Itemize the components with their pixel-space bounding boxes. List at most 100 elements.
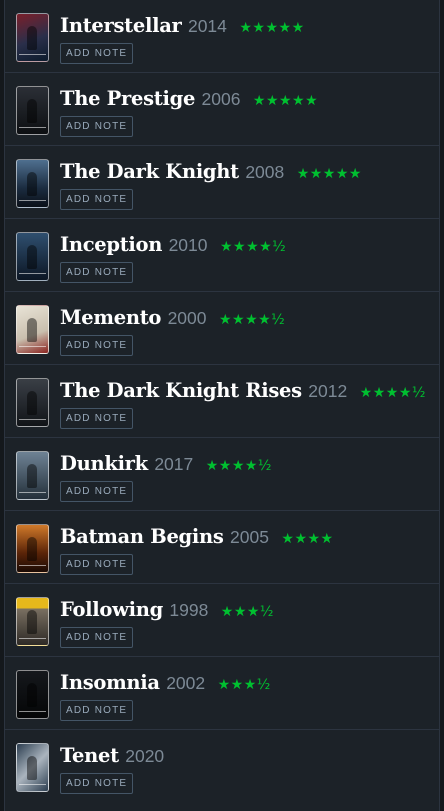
film-poster[interactable] [16,451,49,500]
poster-figure [27,318,37,342]
film-year[interactable]: 2020 [125,746,164,766]
film-title[interactable]: Batman Begins [60,525,224,548]
film-info: Inception 2010 ★★★★½ ADD NOTE [60,230,435,283]
film-title[interactable]: Dunkirk [60,452,148,475]
poster-figure [27,683,37,707]
film-poster[interactable] [16,378,49,427]
film-poster[interactable] [16,86,49,135]
film-year[interactable]: 2012 [308,381,347,401]
add-note-button[interactable]: ADD NOTE [60,408,134,429]
poster-figure [27,537,37,561]
film-title[interactable]: Memento [60,306,161,329]
film-year[interactable]: 2002 [166,673,205,693]
film-poster[interactable] [16,159,49,208]
film-heading: Batman Begins 2005 ★★★★ [60,522,435,552]
add-note-button[interactable]: ADD NOTE [60,262,134,283]
add-note-button[interactable]: ADD NOTE [60,335,134,356]
film-year[interactable]: 2000 [168,308,207,328]
film-row[interactable]: Dunkirk 2017 ★★★★½ ADD NOTE [5,438,439,511]
poster-caption-line [19,200,46,201]
film-heading: Tenet 2020 [60,741,435,771]
add-note-button[interactable]: ADD NOTE [60,773,134,794]
poster-caption-line [19,419,46,420]
film-list: Interstellar 2014 ★★★★★ ADD NOTE The Pre… [4,0,440,811]
film-row[interactable]: Insomnia 2002 ★★★½ ADD NOTE [5,657,439,730]
poster-figure [27,26,37,50]
film-title[interactable]: Inception [60,233,162,256]
film-poster[interactable] [16,305,49,354]
film-info: The Prestige 2006 ★★★★★ ADD NOTE [60,84,435,137]
star-rating: ★★★★ [281,531,334,547]
star-rating: ★★★½ [220,604,274,620]
poster-caption-line [19,127,46,128]
film-title[interactable]: Tenet [60,744,119,767]
film-heading: The Prestige 2006 ★★★★★ [60,84,435,114]
poster-caption-line [19,784,46,785]
film-year[interactable]: 2017 [154,454,193,474]
add-note-button[interactable]: ADD NOTE [60,189,134,210]
star-rating: ★★★★½ [219,239,287,255]
film-row[interactable]: The Prestige 2006 ★★★★★ ADD NOTE [5,73,439,146]
poster-caption-line [19,492,46,493]
film-info: The Dark Knight 2008 ★★★★★ ADD NOTE [60,157,435,210]
film-heading: Dunkirk 2017 ★★★★½ [60,449,435,479]
film-title[interactable]: Interstellar [60,14,182,37]
film-year[interactable]: 2005 [230,527,269,547]
film-row[interactable]: Inception 2010 ★★★★½ ADD NOTE [5,219,439,292]
film-poster[interactable] [16,743,49,792]
film-info: Tenet 2020 ADD NOTE [60,741,435,794]
star-rating: ★★★★½ [218,312,286,328]
film-title[interactable]: The Prestige [60,87,195,110]
film-poster[interactable] [16,597,49,646]
film-title[interactable]: Insomnia [60,671,160,694]
film-heading: The Dark Knight Rises 2012 ★★★★½ [60,376,435,406]
film-year[interactable]: 2006 [202,89,241,109]
star-rating: ★★★½ [217,677,271,693]
film-heading: Following 1998 ★★★½ [60,595,435,625]
film-title[interactable]: The Dark Knight [60,160,239,183]
film-poster[interactable] [16,232,49,281]
add-note-button[interactable]: ADD NOTE [60,627,134,648]
star-rating: ★★★★★ [239,20,305,36]
add-note-button[interactable]: ADD NOTE [60,116,134,137]
poster-figure [27,756,37,780]
poster-caption-line [19,565,46,566]
film-row[interactable]: Tenet 2020 ADD NOTE [5,730,439,803]
film-row[interactable]: The Dark Knight 2008 ★★★★★ ADD NOTE [5,146,439,219]
film-row[interactable]: Memento 2000 ★★★★½ ADD NOTE [5,292,439,365]
poster-figure [27,99,37,123]
poster-figure [27,464,37,488]
poster-caption-line [19,273,46,274]
poster-figure [27,391,37,415]
film-row[interactable]: Interstellar 2014 ★★★★★ ADD NOTE [5,0,439,73]
add-note-button[interactable]: ADD NOTE [60,43,134,64]
add-note-button[interactable]: ADD NOTE [60,554,134,575]
film-title[interactable]: The Dark Knight Rises [60,379,302,402]
star-rating: ★★★★½ [205,458,272,474]
film-info: Insomnia 2002 ★★★½ ADD NOTE [60,668,435,721]
add-note-button[interactable]: ADD NOTE [60,481,134,502]
film-year[interactable]: 2008 [245,162,284,182]
film-year[interactable]: 1998 [169,600,208,620]
film-info: Dunkirk 2017 ★★★★½ ADD NOTE [60,449,435,502]
add-note-button[interactable]: ADD NOTE [60,700,134,721]
film-row[interactable]: Batman Begins 2005 ★★★★ ADD NOTE [5,511,439,584]
film-title[interactable]: Following [60,598,163,621]
film-heading: Insomnia 2002 ★★★½ [60,668,435,698]
film-row[interactable]: The Dark Knight Rises 2012 ★★★★½ ADD NOT… [5,365,439,438]
film-heading: The Dark Knight 2008 ★★★★★ [60,157,435,187]
film-year[interactable]: 2014 [188,16,227,36]
film-row[interactable]: Following 1998 ★★★½ ADD NOTE [5,584,439,657]
poster-caption-line [19,346,46,347]
film-year[interactable]: 2010 [169,235,208,255]
film-poster[interactable] [16,524,49,573]
film-info: Interstellar 2014 ★★★★★ ADD NOTE [60,11,435,64]
poster-figure [27,610,37,634]
star-rating: ★★★★★ [252,93,319,109]
film-heading: Inception 2010 ★★★★½ [60,230,435,260]
film-poster[interactable] [16,670,49,719]
film-heading: Interstellar 2014 ★★★★★ [60,11,435,41]
film-poster[interactable] [16,13,49,62]
poster-figure [27,172,37,196]
film-info: Batman Begins 2005 ★★★★ ADD NOTE [60,522,435,575]
